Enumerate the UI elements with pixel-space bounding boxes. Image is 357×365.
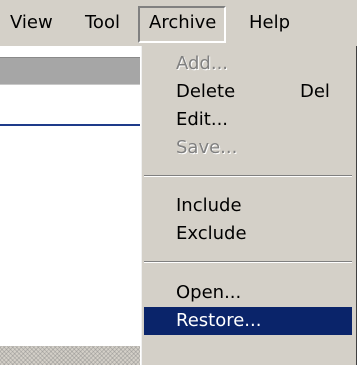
menu-item-delete-shortcut: Del (300, 81, 330, 102)
menu-item-save-label: Save... (176, 137, 238, 158)
menu-item-exclude-label: Exclude (176, 223, 247, 244)
menu-item-add[interactable]: Add... (144, 50, 352, 78)
menu-help[interactable]: Help (249, 12, 290, 34)
menu-item-restore[interactable]: Restore... (144, 307, 352, 335)
background-window (0, 47, 140, 365)
menu-tool[interactable]: Tool (85, 12, 120, 34)
menu-item-include-label: Include (176, 195, 242, 216)
background-window-status-strip (0, 346, 140, 365)
menu-item-exclude[interactable]: Exclude (144, 220, 352, 248)
menu-item-add-label: Add... (176, 53, 229, 74)
menu-item-open[interactable]: Open... (144, 279, 352, 307)
menu-item-delete-label: Delete (176, 81, 236, 102)
menu-separator (144, 175, 352, 177)
menu-item-restore-label: Restore... (176, 310, 262, 331)
menu-item-delete[interactable]: Delete Del (144, 78, 352, 106)
menu-archive[interactable]: Archive (138, 6, 227, 43)
menu-bar: View Tool Archive Help (0, 0, 357, 47)
menu-view[interactable]: View (10, 12, 53, 34)
background-window-divider (0, 124, 140, 126)
menu-item-edit-label: Edit... (176, 109, 229, 130)
menu-separator (144, 261, 352, 263)
background-window-header (0, 57, 140, 85)
archive-dropdown-menu: Add... Delete Del Edit... Save... Includ… (140, 46, 357, 365)
menu-item-edit[interactable]: Edit... (144, 106, 352, 134)
menu-item-save[interactable]: Save... (144, 134, 352, 162)
menu-item-open-label: Open... (176, 282, 242, 303)
menu-item-include[interactable]: Include (144, 192, 352, 220)
